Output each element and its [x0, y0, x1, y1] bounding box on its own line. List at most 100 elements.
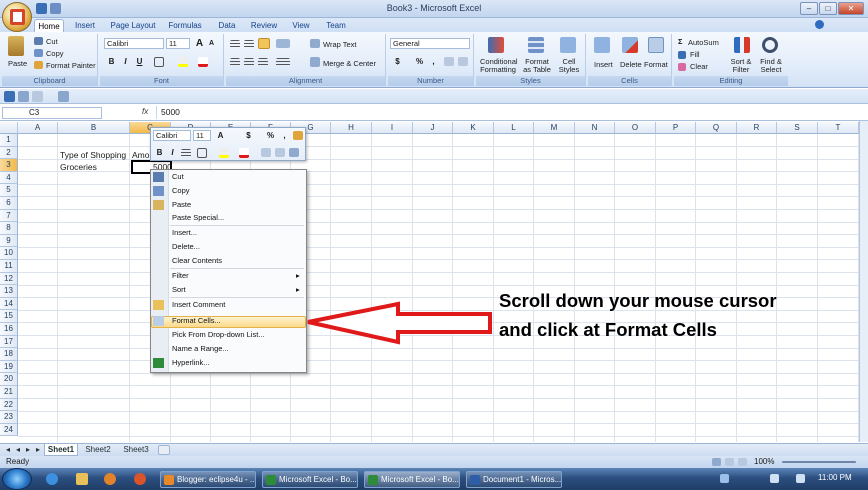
conditional-formatting-button[interactable]: Conditional Formatting: [480, 58, 518, 74]
firefox-icon[interactable]: [134, 473, 146, 485]
row-header-24[interactable]: 24: [0, 423, 18, 437]
format-cells-icon[interactable]: [648, 37, 664, 53]
mini-bold-button[interactable]: B: [154, 147, 165, 158]
column-header-b[interactable]: B: [58, 122, 130, 134]
column-header-l[interactable]: L: [494, 122, 534, 134]
menu-item-format-cells[interactable]: Format Cells...: [172, 316, 221, 325]
mini-center-icon[interactable]: [181, 149, 191, 157]
align-middle-icon[interactable]: [244, 40, 254, 48]
page-layout-view-icon[interactable]: [725, 458, 734, 466]
find-select-button[interactable]: Find & Select: [756, 58, 786, 74]
menu-item-name-a-range[interactable]: Name a Range...: [172, 344, 229, 353]
last-sheet-icon[interactable]: ▸: [34, 444, 42, 456]
office-button[interactable]: [2, 2, 32, 32]
clear-button[interactable]: Clear: [690, 62, 708, 71]
column-header-r[interactable]: R: [737, 122, 777, 134]
mini-currency-button[interactable]: $: [243, 130, 254, 141]
shrink-font-button[interactable]: A: [206, 38, 217, 49]
tab-formulas[interactable]: Formulas: [166, 19, 204, 32]
cell-b2[interactable]: Type of Shopping: [60, 149, 126, 161]
font-name-select[interactable]: Calibri: [104, 38, 164, 49]
fill-button[interactable]: Fill: [690, 50, 700, 59]
help-icon[interactable]: [815, 20, 824, 29]
format-cells-ribbon-button[interactable]: Format: [644, 60, 668, 69]
currency-button[interactable]: $: [392, 56, 403, 67]
align-bottom-icon[interactable]: [258, 38, 270, 49]
tab-review[interactable]: Review: [248, 19, 280, 32]
indent-icon[interactable]: [276, 58, 290, 66]
taskbar-item-blogger[interactable]: Blogger: eclipse4u - ...: [160, 471, 256, 488]
cell-styles-icon[interactable]: [560, 37, 576, 53]
mini-fill-color-icon[interactable]: [219, 148, 229, 158]
cut-button[interactable]: Cut: [46, 37, 58, 46]
merge-icon[interactable]: [310, 57, 320, 67]
row-header-4[interactable]: 4: [0, 171, 18, 185]
prev-sheet-icon[interactable]: ◂: [14, 444, 22, 456]
row-header-23[interactable]: 23: [0, 411, 18, 424]
row-header-11[interactable]: 11: [0, 260, 18, 273]
tab-page-layout[interactable]: Page Layout: [108, 19, 158, 32]
orientation-icon[interactable]: [276, 39, 290, 48]
row-header-5[interactable]: 5: [0, 184, 18, 197]
column-header-q[interactable]: Q: [696, 122, 737, 134]
menu-item-hyperlink[interactable]: Hyperlink...: [172, 358, 210, 367]
row-header-17[interactable]: 17: [0, 335, 18, 349]
sheet-tab-sheet3[interactable]: Sheet3: [118, 444, 154, 456]
menu-item-clear-contents[interactable]: Clear Contents: [172, 256, 222, 265]
menu-item-paste[interactable]: Paste: [172, 200, 191, 209]
row-header-2[interactable]: 2: [0, 146, 18, 160]
border-icon[interactable]: [154, 57, 164, 67]
column-header-j[interactable]: J: [413, 122, 453, 134]
menu-item-cut[interactable]: Cut: [172, 172, 184, 181]
column-header-k[interactable]: K: [453, 122, 494, 134]
sheet-tab-sheet2[interactable]: Sheet2: [80, 444, 116, 456]
media-icon[interactable]: [104, 473, 116, 485]
delete-cells-icon[interactable]: [622, 37, 638, 53]
mini-format-painter-icon[interactable]: [293, 131, 303, 140]
delete-cells-button[interactable]: Delete: [620, 60, 642, 69]
start-button[interactable]: [2, 468, 32, 490]
menu-item-delete[interactable]: Delete...: [172, 242, 200, 251]
format-as-table-button[interactable]: Format as Table: [522, 58, 552, 74]
format-painter-button[interactable]: Format Painter: [46, 61, 96, 70]
explorer-icon[interactable]: [76, 473, 88, 485]
sort-filter-icon[interactable]: [734, 37, 750, 53]
menu-item-filter[interactable]: Filter: [172, 271, 189, 280]
row-header-22[interactable]: 22: [0, 398, 18, 412]
insert-cells-button[interactable]: Insert: [594, 60, 613, 69]
page-break-view-icon[interactable]: [738, 458, 747, 466]
close-button[interactable]: ✕: [838, 2, 864, 15]
row-header-10[interactable]: 10: [0, 247, 18, 260]
row-header-6[interactable]: 6: [0, 197, 18, 210]
taskbar-item-word[interactable]: Document1 - Micros...: [466, 471, 562, 488]
fill-color-icon[interactable]: [178, 57, 188, 67]
align-top-icon[interactable]: [230, 40, 240, 48]
column-header-a[interactable]: A: [18, 122, 58, 134]
column-header-h[interactable]: H: [331, 122, 372, 134]
tab-insert[interactable]: Insert: [70, 19, 100, 32]
font-color-icon[interactable]: [198, 57, 208, 67]
normal-view-icon[interactable]: [712, 458, 721, 466]
maximize-button[interactable]: □: [819, 2, 837, 15]
autosum-button[interactable]: AutoSum: [688, 38, 719, 47]
row-header-9[interactable]: 9: [0, 234, 18, 248]
column-header-o[interactable]: O: [615, 122, 656, 134]
menu-item-pick-from-list[interactable]: Pick From Drop-down List...: [172, 330, 265, 339]
column-header-t[interactable]: T: [818, 122, 859, 134]
name-box[interactable]: C3: [2, 107, 102, 119]
decrease-decimal-icon[interactable]: [458, 57, 468, 66]
undo-icon[interactable]: [18, 91, 29, 102]
align-left-icon[interactable]: [230, 58, 240, 66]
find-select-icon[interactable]: [762, 37, 778, 53]
mini-comma-button[interactable]: ,: [279, 130, 290, 141]
increase-decimal-icon[interactable]: [444, 57, 454, 66]
column-header-n[interactable]: N: [575, 122, 615, 134]
row-header-18[interactable]: 18: [0, 348, 18, 361]
mini-border-icon[interactable]: [197, 148, 207, 158]
save-icon[interactable]: [4, 91, 15, 102]
menu-item-insert[interactable]: Insert...: [172, 228, 197, 237]
cell-b3[interactable]: Groceries: [60, 161, 97, 173]
mini-font-select[interactable]: Calibri: [153, 130, 191, 141]
number-format-select[interactable]: General: [390, 38, 470, 49]
column-header-s[interactable]: S: [777, 122, 818, 134]
